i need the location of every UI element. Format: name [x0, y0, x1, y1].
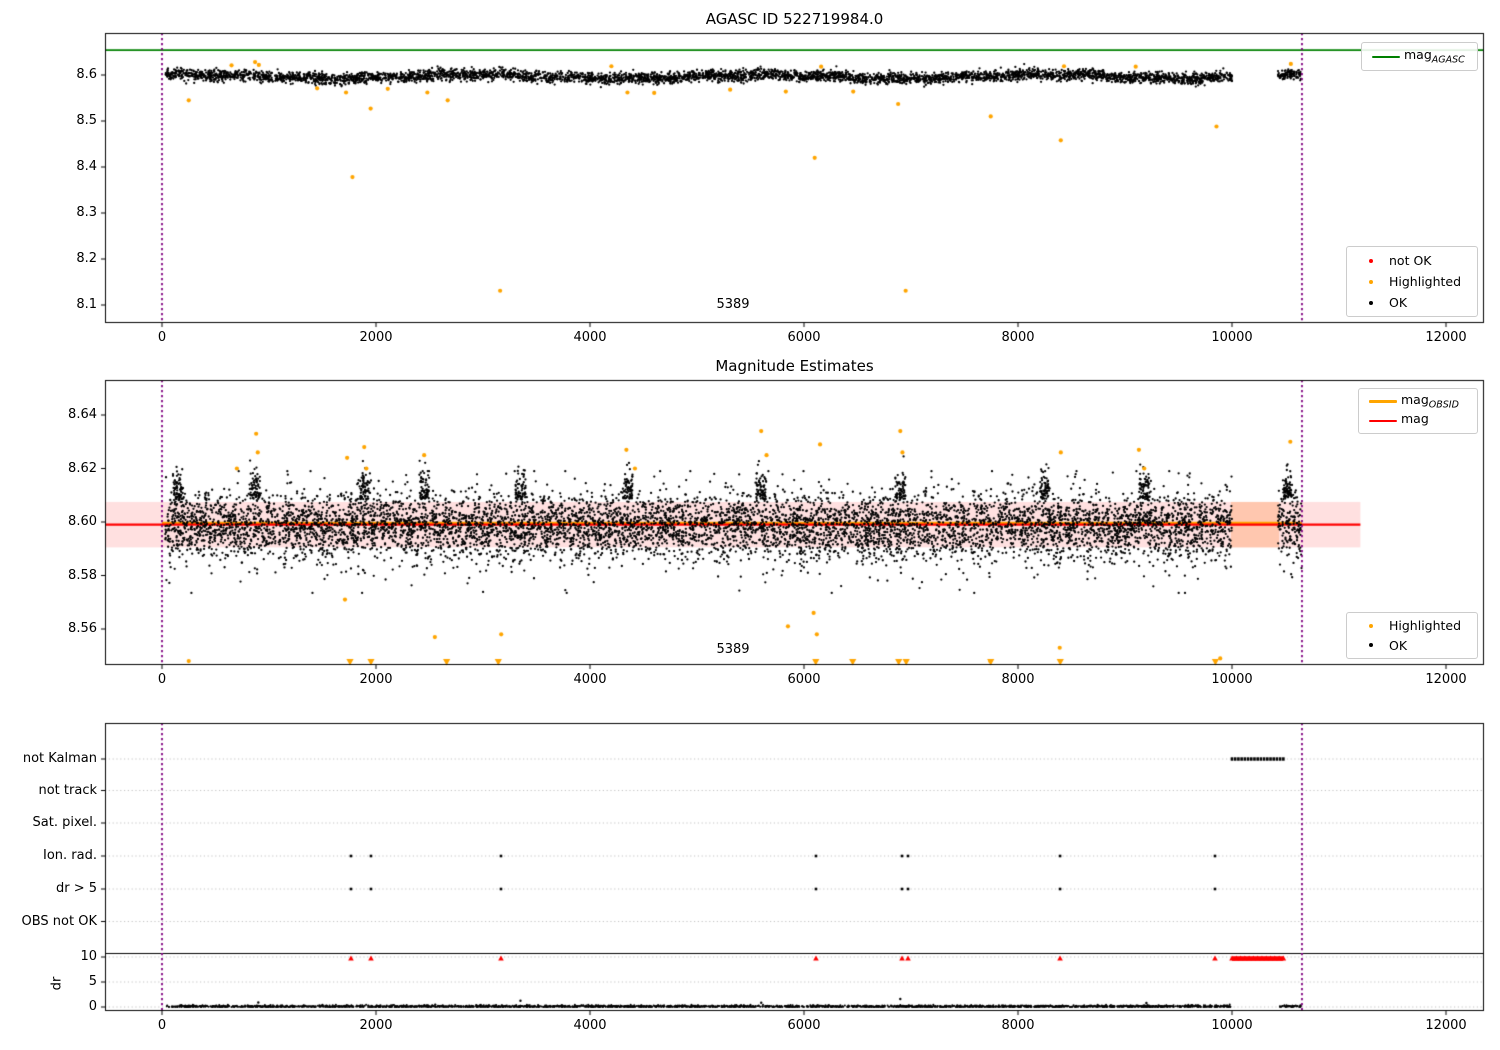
x-tick-label: 6000 — [787, 672, 821, 687]
x-tick-label: 10000 — [1211, 672, 1253, 687]
legend-label: OK — [1389, 637, 1408, 653]
legend-item-ok: OK — [1353, 292, 1471, 313]
plot-canvas — [0, 0, 1500, 1050]
flag-row-label: not track — [38, 782, 97, 798]
obsid-annotation-top: 5389 — [716, 297, 750, 312]
legend-item-mag: mag — [1365, 411, 1471, 430]
top-plot-title: AGASC ID 522719984.0 — [705, 10, 884, 28]
x-tick-label: 8000 — [1001, 1018, 1035, 1033]
ok-marker-icon — [1353, 300, 1389, 305]
dr-tick-label: 5 — [88, 974, 97, 989]
x-tick-label: 10000 — [1211, 330, 1253, 345]
flag-row-label: not Kalman — [22, 751, 97, 766]
mag-line-sample — [1365, 419, 1401, 422]
highlighted-marker-icon — [1353, 623, 1389, 628]
x-tick-label: 2000 — [359, 1018, 393, 1033]
flag-row-label: dr > 5 — [55, 881, 97, 896]
x-tick-label: 12000 — [1425, 1018, 1467, 1033]
x-tick-label: 10000 — [1211, 1018, 1253, 1033]
legend-item-highlighted: Highlighted — [1353, 271, 1471, 292]
legend-label: OK — [1389, 295, 1408, 310]
y-tick-label: 8.5 — [76, 113, 97, 128]
dr-tick-label: 0 — [88, 999, 97, 1014]
x-tick-label: 4000 — [573, 330, 607, 345]
y-tick-label: 8.58 — [68, 567, 97, 583]
dr-axis-label: dr — [49, 976, 65, 991]
x-tick-label: 8000 — [1001, 330, 1035, 345]
x-tick-label: 2000 — [359, 672, 393, 687]
y-tick-label: 8.62 — [68, 460, 97, 476]
dr-tick-label: 10 — [80, 949, 97, 964]
legend-middle-markers: Highlighted OK — [1346, 612, 1478, 659]
x-tick-label: 6000 — [787, 330, 821, 345]
legend-item-ok: OK — [1353, 636, 1471, 656]
x-tick-label: 0 — [157, 672, 167, 687]
legend-label: Highlighted — [1389, 274, 1462, 289]
y-tick-label: 8.6 — [76, 67, 97, 82]
highlighted-marker-icon — [1353, 279, 1389, 284]
legend-item-mag-obsid: magOBSID — [1365, 392, 1471, 411]
legend-label: magAGASC — [1404, 47, 1465, 66]
not-ok-marker-icon — [1353, 258, 1389, 263]
obsid-annotation-middle: 5389 — [716, 642, 750, 657]
x-tick-label: 12000 — [1425, 672, 1467, 687]
flag-row-label: Ion. rad. — [43, 848, 97, 863]
legend-mag-agasc: magAGASC — [1361, 42, 1478, 71]
y-tick-label: 8.3 — [76, 205, 97, 220]
middle-plot-title: Magnitude Estimates — [715, 357, 874, 375]
x-tick-label: 0 — [157, 330, 167, 345]
y-tick-label: 8.4 — [76, 159, 97, 174]
legend-label: not OK — [1389, 253, 1432, 268]
legend-top-markers: not OK Highlighted OK — [1346, 246, 1478, 317]
y-tick-label: 8.56 — [68, 621, 97, 636]
x-tick-label: 8000 — [1001, 672, 1035, 687]
ok-marker-icon — [1353, 643, 1389, 648]
mag-agasc-line-sample — [1368, 55, 1404, 58]
legend-mag-lines: magOBSID mag — [1358, 388, 1478, 434]
flag-row-label: Sat. pixel. — [32, 815, 97, 830]
figure: AGASC ID 522719984.0 Magnitude Estimates… — [0, 0, 1500, 1050]
legend-label: magOBSID — [1401, 392, 1459, 411]
x-tick-label: 4000 — [573, 672, 607, 687]
x-tick-label: 0 — [157, 1018, 167, 1033]
legend-label: Highlighted — [1389, 618, 1462, 634]
flag-row-label: OBS not OK — [21, 913, 98, 929]
y-tick-label: 8.64 — [68, 407, 97, 422]
legend-label: mag — [1401, 411, 1429, 427]
y-tick-label: 8.60 — [68, 514, 97, 529]
x-tick-label: 4000 — [573, 1018, 607, 1033]
y-tick-label: 8.1 — [76, 297, 97, 312]
x-tick-label: 12000 — [1425, 330, 1467, 345]
legend-item-highlighted: Highlighted — [1353, 616, 1471, 636]
legend-item-mag-agasc: magAGASC — [1368, 46, 1471, 67]
legend-item-not-ok: not OK — [1353, 250, 1471, 271]
mag-obsid-line-sample — [1365, 400, 1401, 403]
x-tick-label: 2000 — [359, 330, 393, 345]
y-tick-label: 8.2 — [76, 251, 97, 266]
x-tick-label: 6000 — [787, 1018, 821, 1033]
